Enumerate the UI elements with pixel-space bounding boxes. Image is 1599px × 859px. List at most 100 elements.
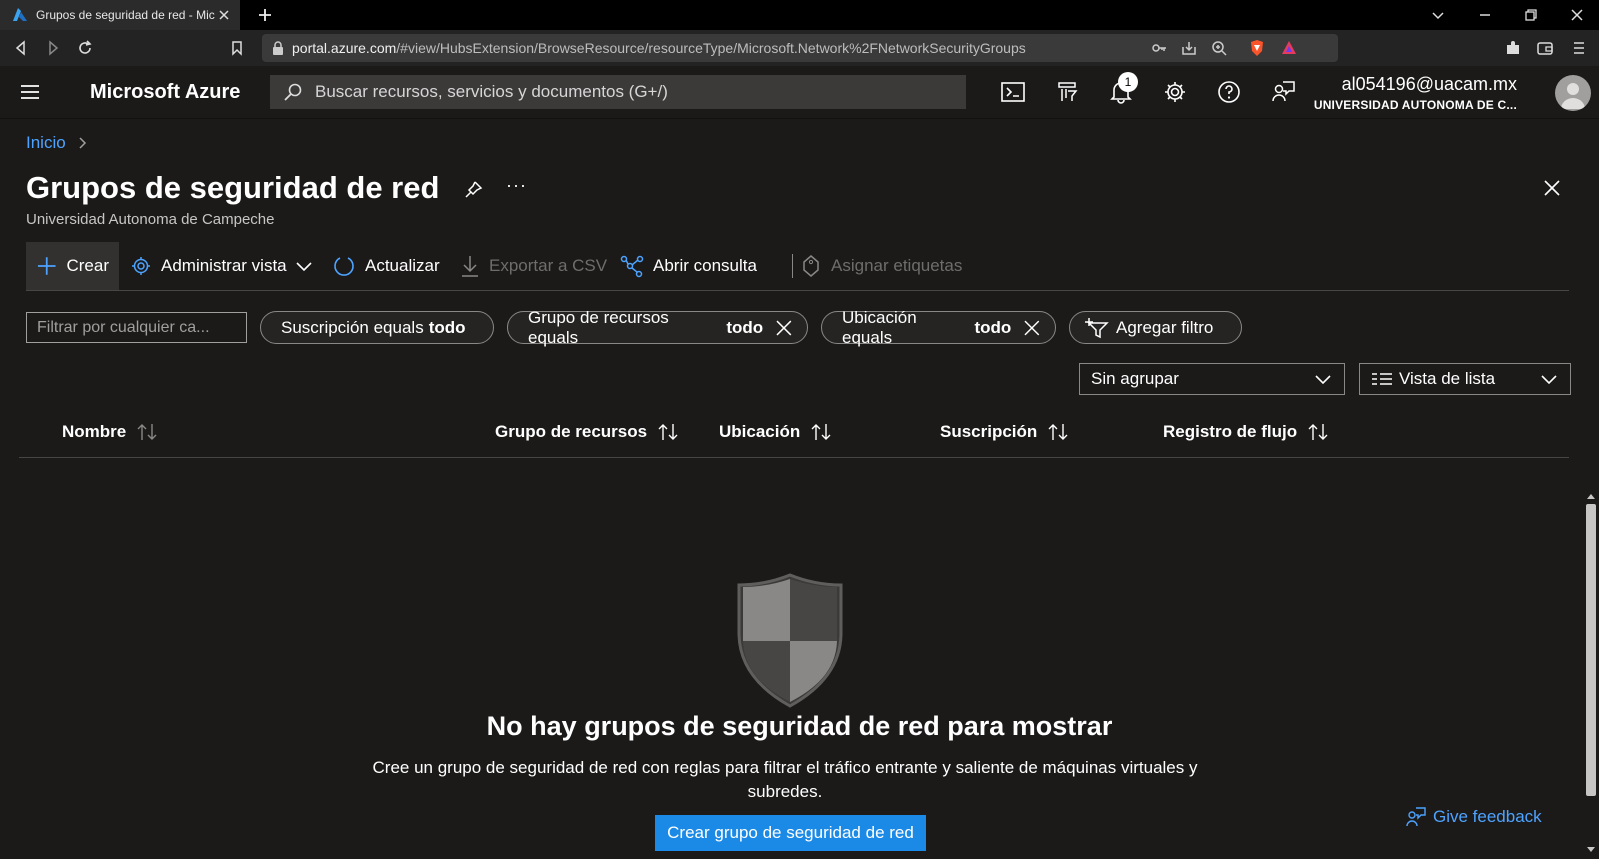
back-icon[interactable]	[12, 39, 30, 57]
column-header-resource-group[interactable]: Grupo de recursos	[495, 422, 679, 442]
create-button[interactable]: Crear	[26, 242, 119, 290]
grouping-dropdown[interactable]: Sin agrupar	[1079, 363, 1345, 395]
global-search[interactable]	[270, 75, 966, 109]
manage-view-button[interactable]: Administrar vista	[130, 242, 313, 290]
remove-filter-icon[interactable]	[1023, 319, 1041, 337]
brave-rewards-icon[interactable]	[1280, 39, 1298, 57]
scroll-up-icon[interactable]	[1586, 492, 1596, 500]
search-icon	[284, 83, 302, 101]
column-header-flow-log[interactable]: Registro de flujo	[1163, 422, 1329, 442]
empty-state-title: No hay grupos de seguridad de red para m…	[486, 711, 1113, 741]
search-input[interactable]	[315, 82, 955, 102]
avatar[interactable]	[1555, 75, 1591, 111]
filter-pill-location[interactable]: Ubicación equals todo	[821, 308, 1056, 347]
browser-toolbar: portal.azure.com/#view/HubsExtension/Bro…	[0, 30, 1599, 66]
forward-icon[interactable]	[44, 39, 62, 57]
scrollbar-thumb[interactable]	[1586, 504, 1596, 796]
plus-icon	[37, 257, 56, 275]
query-graph-icon	[620, 255, 644, 278]
column-header-subscription[interactable]: Suscripción	[940, 422, 1069, 442]
install-icon[interactable]	[1180, 39, 1198, 57]
minimize-icon[interactable]	[1476, 6, 1494, 24]
scrollbar[interactable]	[1583, 490, 1599, 859]
sort-icon	[1308, 424, 1328, 440]
create-label: Crear	[66, 256, 109, 275]
chevron-down-icon	[1315, 375, 1331, 385]
page-subtitle: Universidad Autonoma de Campeche	[26, 211, 275, 228]
refresh-button[interactable]: Actualizar	[332, 242, 440, 290]
filter-input[interactable]	[26, 312, 247, 343]
export-csv-label: Exportar a CSV	[489, 256, 608, 275]
brave-shield-icon[interactable]	[1248, 39, 1266, 57]
list-view-icon	[1372, 373, 1392, 385]
filter-pill-resource-group[interactable]: Grupo de recursos equals todo	[507, 308, 808, 347]
azure-logo-icon	[13, 8, 27, 21]
help-icon[interactable]	[1216, 79, 1242, 105]
sort-icon	[811, 424, 831, 440]
wallet-icon[interactable]	[1536, 39, 1554, 57]
filter-pill-subscription[interactable]: Suscripción equals todo	[260, 311, 494, 344]
refresh-icon	[334, 257, 354, 276]
brand-title[interactable]: Microsoft Azure	[90, 81, 240, 104]
column-label: Grupo de recursos	[495, 422, 648, 441]
new-tab-icon[interactable]	[256, 6, 274, 24]
page-title: Grupos de seguridad de red	[26, 170, 440, 205]
close-blade-icon[interactable]	[1542, 178, 1562, 198]
remove-filter-icon[interactable]	[775, 319, 793, 337]
grouping-value: Sin agrupar	[1091, 369, 1179, 388]
breadcrumb-home-link[interactable]: Inicio	[26, 133, 66, 153]
filter-pill-label: Suscripción equals	[281, 317, 424, 337]
command-bar: Crear Administrar vista Actualizar Expor…	[26, 242, 1569, 291]
tab-search-icon[interactable]	[1429, 6, 1447, 24]
table-header: Nombre Grupo de recursos Ubicación Suscr…	[19, 414, 1569, 458]
column-header-name[interactable]: Nombre	[62, 422, 158, 442]
settings-gear-icon[interactable]	[1162, 79, 1188, 105]
refresh-label: Actualizar	[365, 256, 440, 275]
zoom-icon[interactable]	[1210, 39, 1228, 57]
shield-icon	[737, 573, 843, 708]
give-feedback-link[interactable]: Give feedback	[1405, 806, 1542, 828]
open-query-button[interactable]: Abrir consulta	[620, 242, 757, 290]
view-mode-dropdown[interactable]: Vista de lista	[1359, 363, 1571, 395]
window-close-icon[interactable]	[1568, 6, 1586, 24]
browser-tab[interactable]: Grupos de seguridad de red - Mic	[0, 0, 240, 30]
breadcrumb: Inicio	[26, 133, 88, 153]
account-tenant: UNIVERSIDAD AUTONOMA DE C...	[1313, 98, 1517, 112]
account-email: al054196@uacam.mx	[1341, 74, 1517, 94]
sort-icon	[137, 424, 157, 440]
empty-state-description: Cree un grupo de seguridad de red con re…	[372, 758, 1198, 801]
column-header-location[interactable]: Ubicación	[719, 422, 832, 442]
column-label: Registro de flujo	[1163, 422, 1298, 441]
filter-pill-value: todo	[428, 317, 466, 337]
assign-tags-button[interactable]: Asignar etiquetas	[800, 242, 962, 290]
user-silhouette-icon	[1561, 83, 1585, 109]
restore-icon[interactable]	[1522, 6, 1540, 24]
directory-filter-icon[interactable]	[1054, 79, 1080, 105]
column-label: Nombre	[62, 422, 127, 441]
assign-tags-label: Asignar etiquetas	[831, 256, 963, 275]
account-info[interactable]: al054196@uacam.mx UNIVERSIDAD AUTONOMA D…	[1314, 74, 1517, 112]
key-icon[interactable]	[1150, 39, 1168, 57]
close-icon[interactable]	[216, 7, 232, 23]
cloud-shell-icon[interactable]	[1000, 79, 1026, 105]
view-mode-value: Vista de lista	[1399, 369, 1496, 388]
create-nsg-button[interactable]: Crear grupo de seguridad de red	[655, 815, 926, 851]
feedback-icon	[1406, 807, 1426, 827]
url-text: portal.azure.com/#view/HubsExtension/Bro…	[292, 40, 1026, 56]
more-options-icon[interactable]: ···	[506, 176, 528, 200]
filter-pill-label: Grupo de recursos equals	[528, 307, 669, 347]
add-filter-button[interactable]: Agregar filtro	[1069, 311, 1242, 344]
scroll-down-icon[interactable]	[1586, 846, 1596, 854]
pin-icon[interactable]	[462, 179, 484, 201]
sort-icon	[1048, 424, 1068, 440]
add-filter-label: Agregar filtro	[1116, 317, 1214, 337]
menu-icon[interactable]	[1570, 39, 1588, 57]
portal-menu-icon[interactable]	[20, 83, 40, 101]
download-icon	[462, 256, 478, 277]
feedback-icon[interactable]	[1270, 79, 1296, 105]
url-bar[interactable]: portal.azure.com/#view/HubsExtension/Bro…	[262, 34, 1338, 62]
extensions-icon[interactable]	[1504, 39, 1522, 57]
bookmark-icon[interactable]	[228, 39, 246, 57]
export-csv-button[interactable]: Exportar a CSV	[460, 242, 607, 290]
reload-icon[interactable]	[76, 39, 94, 57]
